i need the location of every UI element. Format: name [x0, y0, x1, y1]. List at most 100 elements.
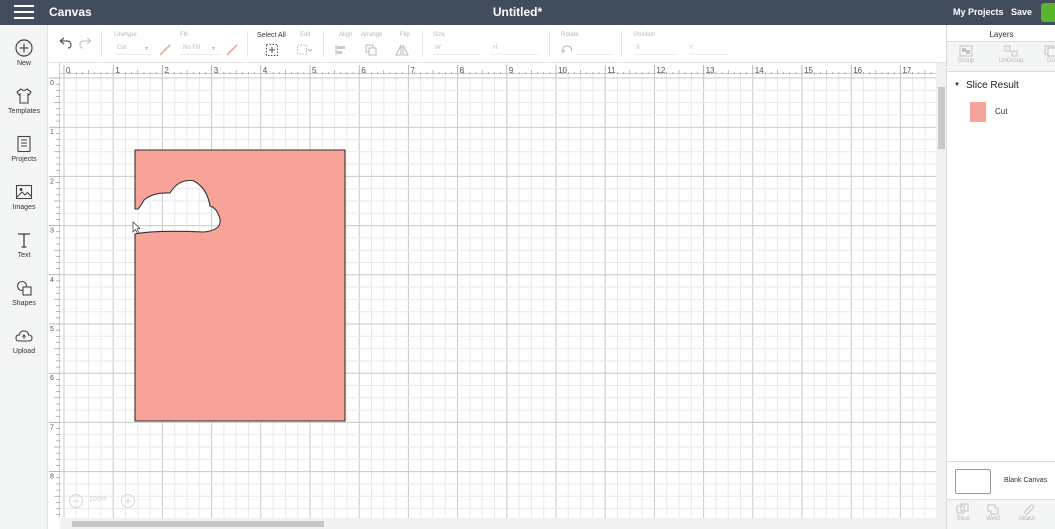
- height-field[interactable]: [491, 42, 539, 55]
- layer-row-cut[interactable]: Cut: [947, 97, 1055, 129]
- position-label: Position: [634, 32, 656, 38]
- sidebar-item-label: Upload: [12, 348, 36, 355]
- layers-panel: Layers Group UnGroup Du ▼ Slice Result Cu…: [946, 25, 1055, 529]
- sidebar-item-templates[interactable]: Templates: [0, 86, 48, 132]
- sidebar-item-images[interactable]: Images: [0, 182, 48, 228]
- slice-icon: [956, 503, 969, 514]
- weld-button[interactable]: Weld: [981, 503, 1005, 522]
- tab-layers[interactable]: Layers: [947, 25, 1055, 42]
- sidebar-item-projects[interactable]: Projects: [0, 134, 48, 180]
- layers-toolbar: Group UnGroup Du: [947, 42, 1055, 72]
- image-icon: [15, 184, 33, 200]
- ruler-tick-label: 8: [50, 474, 54, 481]
- sidebar-item-upload[interactable]: Upload: [0, 326, 48, 372]
- sidebar-item-shapes[interactable]: Shapes: [0, 278, 48, 324]
- fill-label: Fill: [180, 32, 188, 38]
- plus-circle-icon: [15, 39, 33, 57]
- blank-canvas-swatch[interactable]: [955, 469, 991, 494]
- document-title[interactable]: Untitled*: [0, 5, 1035, 19]
- sidebar-item-label: Images: [12, 204, 36, 211]
- linetype-color-icon[interactable]: [157, 43, 173, 57]
- left-sidebar: New Templates Projects Images Text Shape…: [0, 25, 48, 529]
- layer-thumbnail: [970, 102, 986, 122]
- zoom-level: 100%: [89, 496, 107, 503]
- align-icon[interactable]: [334, 43, 350, 57]
- ungroup-button[interactable]: UnGroup: [999, 45, 1023, 64]
- zoom-control: 100%: [68, 493, 138, 509]
- linetype-value: Cut: [117, 45, 127, 51]
- y-position-field[interactable]: [687, 42, 729, 55]
- slice-label: Slice: [956, 516, 970, 522]
- flip-label: Flip: [400, 32, 410, 38]
- ruler-tick-label: 1: [50, 129, 54, 136]
- weld-label: Weld: [986, 516, 1000, 522]
- horizontal-scroll-thumb[interactable]: [72, 521, 324, 527]
- shapes-icon: [16, 280, 32, 296]
- chevron-down-icon: ▾: [145, 46, 149, 52]
- sidebar-item-new[interactable]: New: [0, 38, 48, 84]
- my-projects-link[interactable]: My Projects: [953, 7, 1004, 17]
- sidebar-item-label: Text: [17, 252, 31, 259]
- blank-canvas-label: Blank Canvas: [1004, 477, 1048, 484]
- vertical-scrollbar[interactable]: [936, 63, 946, 518]
- chevron-down-icon: ▾: [212, 46, 216, 52]
- group-button[interactable]: Group: [954, 45, 978, 64]
- size-label: Size: [433, 32, 445, 38]
- edit-icon[interactable]: [296, 43, 312, 57]
- rotate-field[interactable]: [576, 42, 612, 55]
- group-icon: [959, 45, 973, 57]
- x-position-field[interactable]: [634, 42, 676, 55]
- ruler-tick-label: 0: [50, 80, 54, 87]
- upload-cloud-icon: [15, 330, 33, 342]
- tshirt-icon: [16, 88, 32, 104]
- make-it-button[interactable]: [1041, 3, 1055, 22]
- layer-name: Cut: [995, 107, 1008, 116]
- attach-label: Attach: [1018, 516, 1036, 522]
- horizontal-scrollbar[interactable]: [60, 518, 946, 529]
- ungroup-icon: [1004, 45, 1018, 57]
- undo-icon[interactable]: [57, 36, 73, 50]
- caret-down-icon[interactable]: ▼: [954, 82, 960, 88]
- sidebar-item-text[interactable]: Text: [0, 230, 48, 276]
- layer-group-name: Slice Result: [965, 80, 1019, 91]
- ruler-vertical: 0 1 2 3 4 5 6 7 8: [49, 63, 60, 518]
- ruler-tick-label: 6: [50, 375, 54, 382]
- text-icon: [18, 233, 30, 248]
- weld-icon: [987, 504, 999, 515]
- toolbar-divider: [621, 31, 622, 57]
- arrange-icon[interactable]: [364, 43, 380, 57]
- ungroup-label: UnGroup: [999, 58, 1024, 64]
- rotate-icon[interactable]: [559, 43, 575, 57]
- sidebar-item-label: Projects: [11, 156, 37, 163]
- duplicate-button[interactable]: Du: [1039, 45, 1055, 64]
- ruler-tick-label: 3: [50, 228, 54, 235]
- select-all-label: Select All: [257, 32, 286, 39]
- blank-canvas-row[interactable]: Blank Canvas: [947, 461, 1055, 499]
- slice-result-shape[interactable]: [134, 149, 346, 422]
- ruler-tick-label: 2: [50, 178, 54, 185]
- duplicate-icon: [1044, 45, 1055, 57]
- redo-icon[interactable]: [78, 36, 94, 50]
- sidebar-item-label: New: [16, 60, 31, 67]
- group-label: Group: [957, 58, 975, 64]
- vertical-scroll-thumb[interactable]: [938, 87, 945, 149]
- arrange-label: Arrange: [361, 32, 383, 38]
- attach-button[interactable]: Attach: [1015, 503, 1039, 522]
- attach-icon: [1023, 504, 1034, 515]
- layer-group-slice-result[interactable]: ▼ Slice Result: [954, 80, 1019, 91]
- select-all-icon[interactable]: [264, 43, 280, 57]
- fill-value: No Fill: [183, 45, 201, 51]
- edit-label: Edit: [300, 32, 311, 38]
- flip-icon[interactable]: [394, 43, 410, 57]
- fill-color-icon[interactable]: [224, 43, 240, 57]
- sidebar-item-label: Templates: [8, 108, 40, 115]
- width-field[interactable]: [433, 42, 481, 55]
- ruler-tick-label: 4: [50, 277, 54, 284]
- slice-button[interactable]: Slice: [951, 503, 975, 522]
- align-label: Align: [339, 32, 353, 38]
- design-canvas[interactable]: 100%: [60, 74, 936, 518]
- linetype-label: Linetype: [114, 32, 137, 38]
- edit-toolbar: Linetype Cut ▾ Fill No Fill ▾ Select All…: [49, 25, 946, 63]
- save-button[interactable]: Save: [1011, 7, 1032, 17]
- toolbar-divider: [422, 31, 423, 57]
